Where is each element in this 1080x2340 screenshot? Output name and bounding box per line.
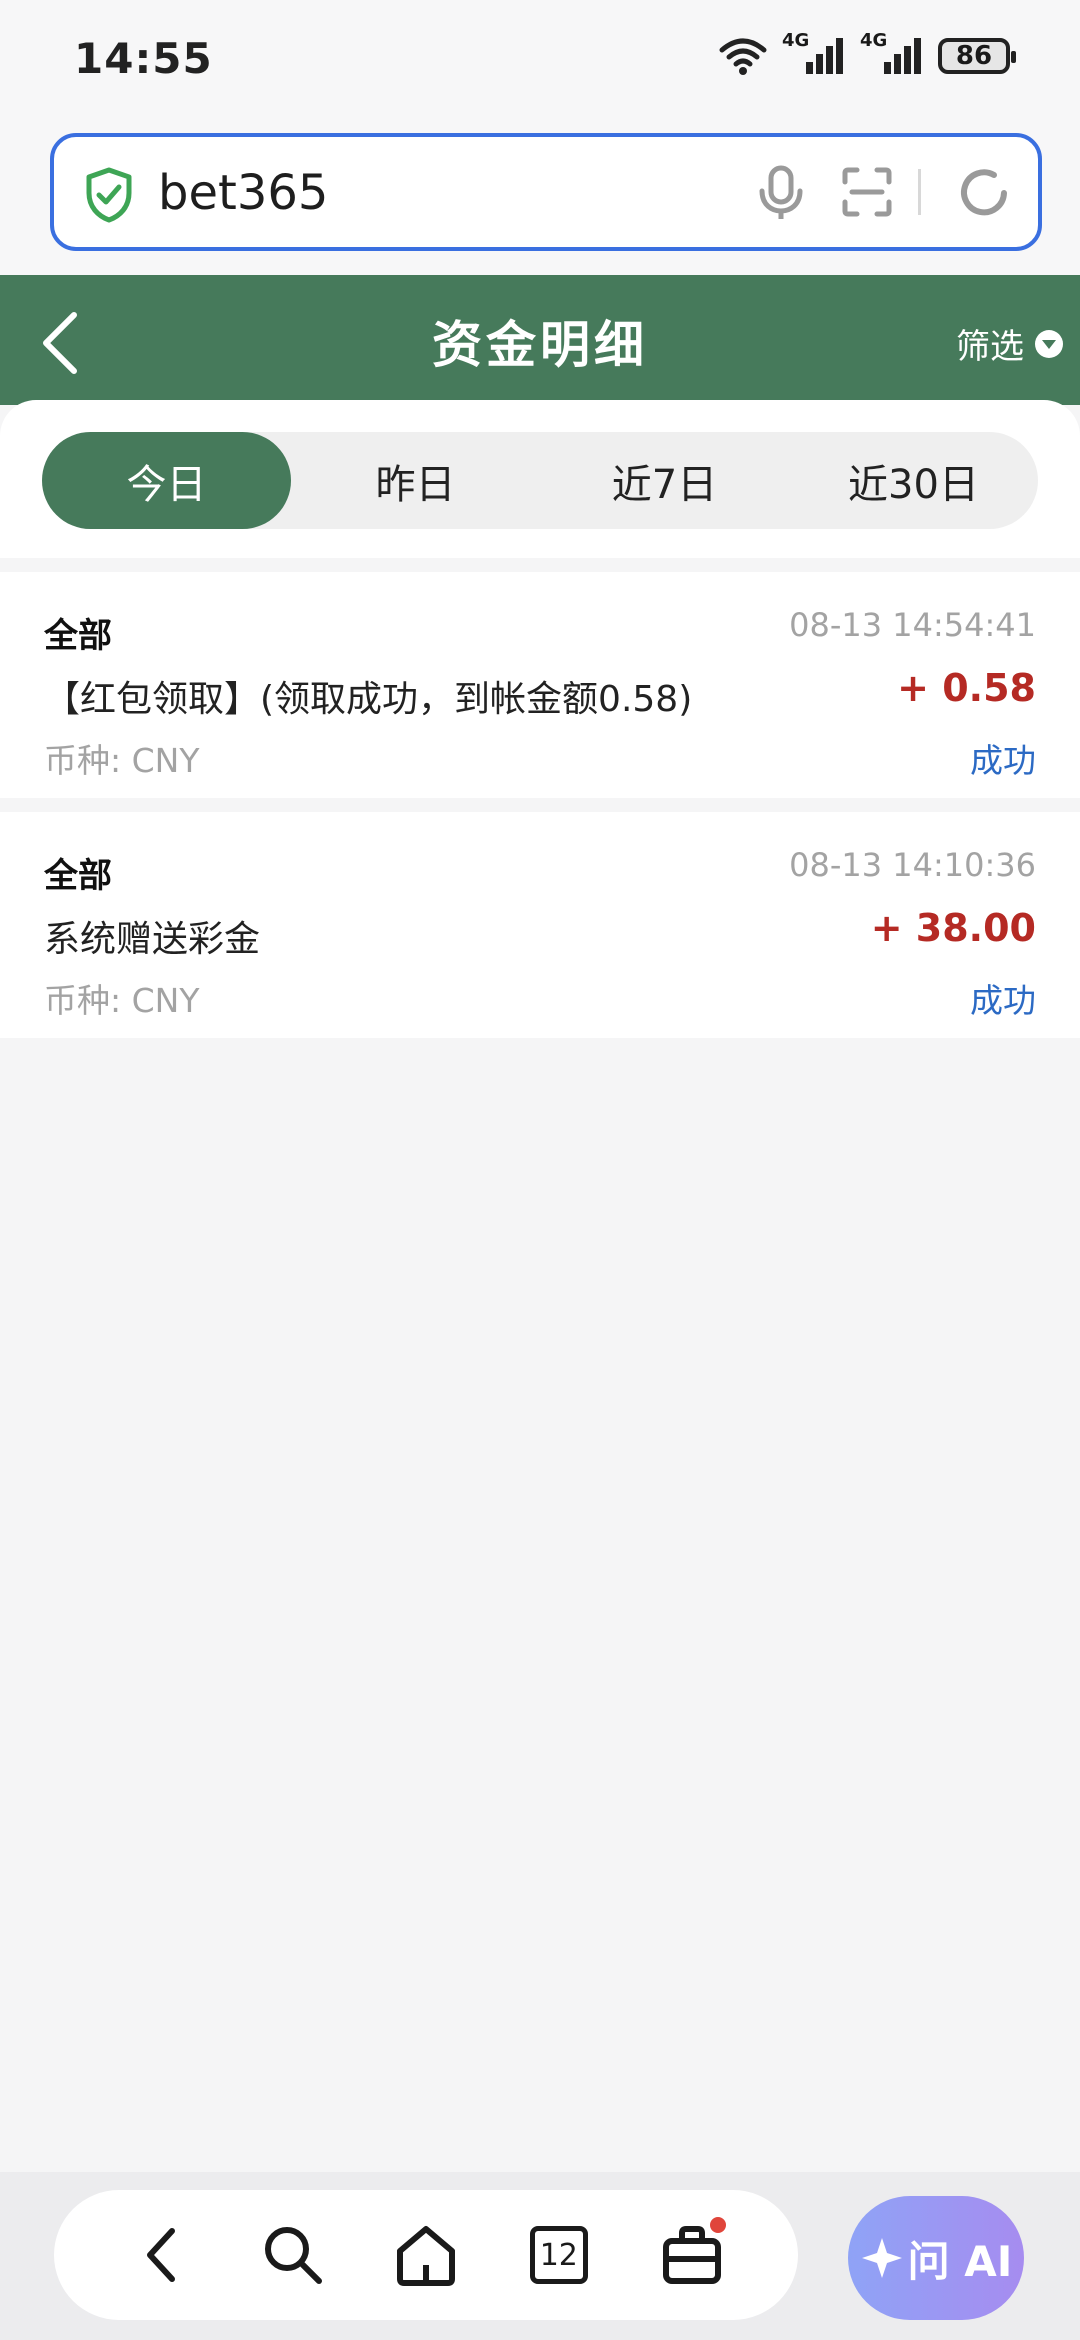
record-timestamp: 08-13 14:54:41 — [789, 606, 1036, 644]
record-currency: 币种: CNY — [44, 981, 200, 1020]
status-bar: 14:55 4G 4G 86 — [0, 0, 1080, 120]
toolbox-button[interactable] — [652, 2215, 732, 2295]
network-type-label: 4G — [860, 30, 888, 51]
tabs-count: 12 — [539, 2237, 578, 2273]
notification-dot — [709, 2217, 726, 2233]
status-icons: 4G 4G 86 — [718, 30, 1016, 76]
briefcase-icon — [662, 2226, 721, 2284]
home-icon — [396, 2226, 455, 2286]
status-time: 14:55 — [74, 34, 213, 83]
chevron-down-circle-icon — [1035, 329, 1063, 358]
ask-ai-button[interactable]: 问 AI — [848, 2196, 1024, 2320]
home-button[interactable] — [386, 2215, 466, 2295]
network-type-label: 4G — [782, 30, 810, 51]
record-timestamp: 08-13 14:10:36 — [789, 846, 1036, 884]
url-text[interactable]: bet365 — [158, 165, 328, 221]
tabs-count-icon: 12 — [529, 2226, 588, 2284]
tab-yesterday[interactable]: 昨日 — [291, 432, 540, 529]
record-category: 全部 — [44, 856, 112, 896]
record-status: 成功 — [970, 741, 1036, 780]
record-amount: + 38.00 — [870, 906, 1036, 950]
ask-ai-label: 问 AI — [907, 2236, 1013, 2286]
date-range-panel: 今日 昨日 近7日 近30日 — [0, 400, 1080, 558]
record-currency: 币种: CNY — [44, 741, 200, 780]
url-bar-divider — [918, 169, 921, 215]
address-bar[interactable]: bet365 — [50, 133, 1042, 251]
cellular-signal-1: 4G — [782, 30, 846, 76]
chevron-left-icon — [147, 2228, 176, 2282]
list-item[interactable]: 全部 08-13 14:54:41 【红包领取】(领取成功，到帐金额0.58) … — [0, 572, 1080, 798]
filter-button[interactable]: 筛选 — [956, 319, 1064, 368]
tab-last-7-days[interactable]: 近7日 — [540, 432, 789, 529]
record-amount: + 0.58 — [897, 666, 1036, 710]
back-button[interactable] — [120, 2215, 200, 2295]
date-range-tabs: 今日 昨日 近7日 近30日 — [42, 432, 1038, 529]
search-icon — [265, 2227, 323, 2284]
record-description: 【红包领取】(领取成功，到帐金额0.58) — [44, 679, 693, 720]
battery-indicator: 86 — [938, 38, 1016, 74]
browser-bottom-bar: 12 问 AI — [0, 2172, 1080, 2340]
record-status: 成功 — [970, 981, 1036, 1020]
page-title: 资金明细 — [432, 316, 648, 374]
page-header: 资金明细 筛选 — [0, 275, 1080, 405]
sparkle-icon — [861, 2238, 902, 2278]
record-description: 系统赠送彩金 — [44, 919, 261, 960]
reload-icon[interactable] — [956, 165, 1012, 221]
browser-toolbar: bet365 — [0, 120, 1080, 275]
record-category: 全部 — [44, 616, 112, 656]
filter-label: 筛选 — [956, 327, 1024, 367]
cellular-signal-2: 4G — [860, 30, 924, 76]
tab-last-30-days[interactable]: 近30日 — [789, 432, 1038, 529]
bottom-nav: 12 — [54, 2190, 798, 2320]
microphone-icon[interactable] — [754, 165, 808, 221]
battery-level: 86 — [955, 41, 993, 71]
tab-today[interactable]: 今日 — [42, 432, 291, 529]
scan-icon[interactable] — [842, 167, 892, 217]
search-button[interactable] — [253, 2215, 333, 2295]
wifi-icon — [719, 38, 767, 75]
tabs-button[interactable]: 12 — [519, 2215, 599, 2295]
shield-check-icon — [86, 167, 132, 223]
list-item[interactable]: 全部 08-13 14:10:36 系统赠送彩金 + 38.00 币种: CNY… — [0, 812, 1080, 1038]
